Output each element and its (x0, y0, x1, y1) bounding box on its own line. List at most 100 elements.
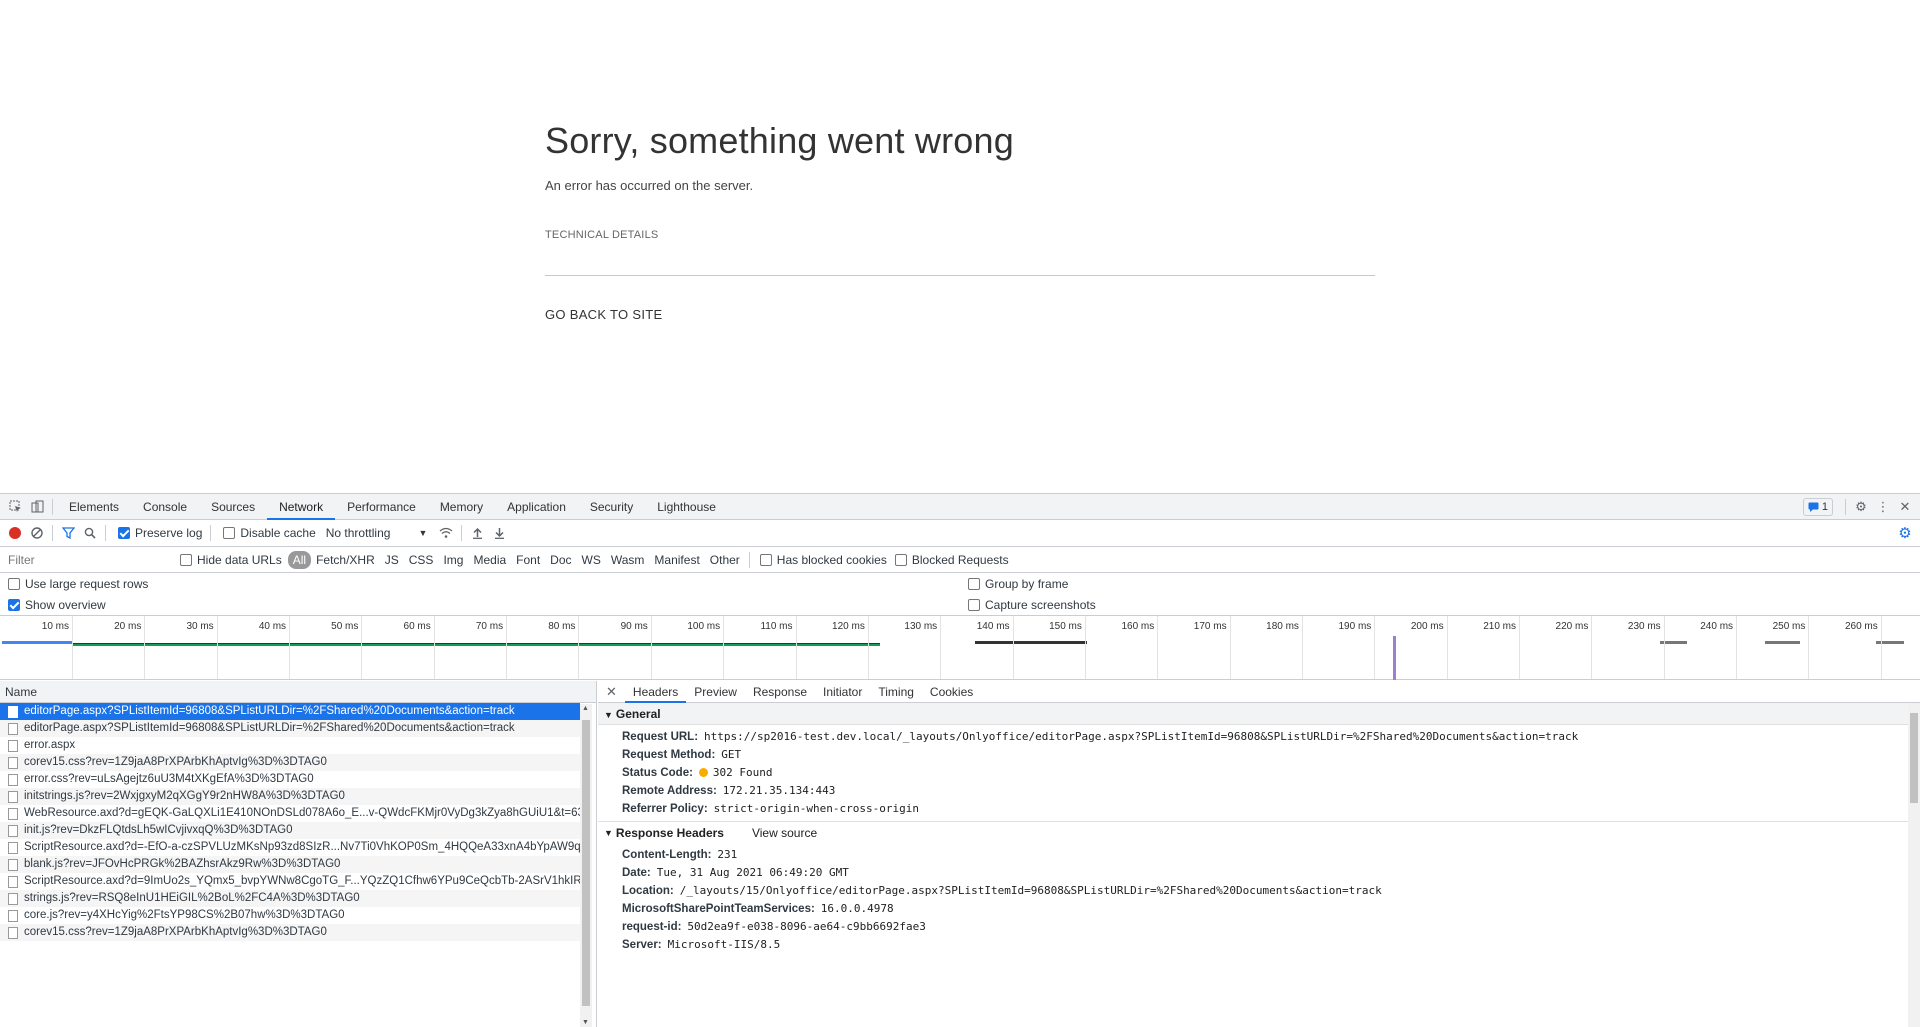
request-row[interactable]: ScriptResource.axd?d=-EfO-a-czSPVLUzMKsN… (0, 839, 580, 856)
tab-network[interactable]: Network (267, 494, 336, 520)
tab-console[interactable]: Console (131, 494, 199, 520)
name-column-header[interactable]: Name (0, 681, 596, 703)
request-list-scrollbar[interactable]: ▲ ▼ (580, 704, 592, 1027)
header-value: 231 (717, 848, 738, 861)
clear-icon[interactable] (26, 522, 48, 544)
view-source-link[interactable]: View source (752, 822, 817, 844)
overview-grid-line (506, 616, 508, 679)
response-headers-section-header[interactable]: ▼ Response Headers View source (598, 821, 1920, 843)
scroll-down-arrow-icon[interactable]: ▼ (582, 1019, 589, 1026)
overview-grid-line (1374, 616, 1376, 679)
close-devtools-icon[interactable]: ✕ (1894, 496, 1916, 518)
overview-bar (2, 641, 72, 644)
details-tab-cookies[interactable]: Cookies (922, 681, 981, 703)
request-row[interactable]: strings.js?rev=RSQ8eInU1HEiGIL%2BoL%2FC4… (0, 890, 580, 907)
request-row[interactable]: error.css?rev=uLsAgejtz6uU3M4tXKgEfA%3D%… (0, 771, 580, 788)
group-by-frame-label: Group by frame (985, 576, 1069, 591)
network-conditions-icon[interactable] (435, 522, 457, 544)
overview-grid-line (289, 616, 291, 679)
filter-type-js[interactable]: JS (380, 551, 404, 569)
request-row[interactable]: init.js?rev=DkzFLQtdsLh5wICvjivxqQ%3D%3D… (0, 822, 580, 839)
throttling-select[interactable]: No throttling ▼ (326, 526, 428, 540)
filter-type-doc[interactable]: Doc (545, 551, 576, 569)
settings-gear-icon[interactable]: ⚙ (1850, 496, 1872, 518)
header-row: Request Method: GET (598, 745, 1920, 763)
more-options-icon[interactable]: ⋮ (1872, 496, 1894, 518)
request-row[interactable]: blank.js?rev=JFOvHcPRGk%2BAZhsrAkz9Rw%3D… (0, 856, 580, 873)
issues-badge[interactable]: 1 (1802, 497, 1833, 516)
details-tab-response[interactable]: Response (745, 681, 815, 703)
show-overview-checkbox[interactable]: Show overview (8, 598, 968, 612)
filter-type-ws[interactable]: WS (577, 551, 606, 569)
request-list: Name editorPage.aspx?SPListItemId=96808&… (0, 681, 597, 1027)
group-by-frame-checkbox[interactable]: Group by frame (968, 577, 1068, 591)
details-scrollbar[interactable] (1908, 703, 1920, 1027)
technical-details-toggle[interactable]: TECHNICAL DETAILS (545, 229, 1375, 241)
large-request-rows-label: Use large request rows (25, 576, 149, 591)
general-section-header[interactable]: ▼ General (598, 703, 1920, 725)
header-key: Referrer Policy: (622, 803, 708, 815)
device-toolbar-icon[interactable] (26, 496, 48, 518)
request-row[interactable]: ScriptResource.axd?d=9ImUo2s_YQmx5_bvpYW… (0, 873, 580, 890)
file-icon (8, 722, 18, 735)
filter-type-other[interactable]: Other (705, 551, 745, 569)
filter-funnel-icon[interactable] (57, 522, 79, 544)
request-row[interactable]: initstrings.js?rev=2WxjgxyM2qXGgY9r2nHW8… (0, 788, 580, 805)
has-blocked-cookies-checkbox[interactable]: Has blocked cookies (759, 553, 887, 567)
tab-lighthouse[interactable]: Lighthouse (645, 494, 728, 520)
file-icon (8, 875, 18, 888)
overview-tick-label: 210 ms (1483, 621, 1516, 632)
hide-data-urls-checkbox[interactable]: Hide data URLs (180, 553, 282, 567)
request-row[interactable]: corev15.css?rev=1Z9jaA8PrXPArbKhAptvIg%3… (0, 924, 580, 941)
details-tab-timing[interactable]: Timing (870, 681, 922, 703)
details-tab-initiator[interactable]: Initiator (815, 681, 870, 703)
import-har-icon[interactable] (466, 522, 488, 544)
header-key: MicrosoftSharePointTeamServices: (622, 903, 815, 915)
request-row[interactable]: corev15.css?rev=1Z9jaA8PrXPArbKhAptvIg%3… (0, 754, 580, 771)
go-back-link[interactable]: GO BACK TO SITE (545, 307, 662, 322)
inspect-element-icon[interactable] (4, 496, 26, 518)
disable-cache-checkbox[interactable]: Disable cache (223, 526, 316, 540)
tab-sources[interactable]: Sources (199, 494, 267, 520)
filter-input[interactable] (6, 550, 166, 569)
details-tab-preview[interactable]: Preview (686, 681, 745, 703)
network-settings-gear-icon[interactable]: ⚙ (1894, 522, 1916, 544)
details-tab-headers[interactable]: Headers (624, 681, 687, 703)
export-har-icon[interactable] (488, 522, 510, 544)
filter-type-media[interactable]: Media (468, 551, 511, 569)
search-icon[interactable] (79, 522, 101, 544)
request-name: corev15.css?rev=1Z9jaA8PrXPArbKhAptvIg%3… (24, 926, 327, 938)
tab-application[interactable]: Application (495, 494, 578, 520)
filter-type-wasm[interactable]: Wasm (606, 551, 650, 569)
request-row[interactable]: core.js?rev=y4XHcYig%2FtsYP98CS%2B07hw%3… (0, 907, 580, 924)
request-row[interactable]: editorPage.aspx?SPListItemId=96808&SPLis… (0, 720, 580, 737)
request-row[interactable]: WebResource.axd?d=gEQK-GaLQXLi1E410NOnDS… (0, 805, 580, 822)
record-button[interactable] (4, 522, 26, 544)
filter-type-manifest[interactable]: Manifest (649, 551, 704, 569)
scroll-up-arrow-icon[interactable]: ▲ (582, 705, 589, 712)
scrollbar-thumb[interactable] (1910, 713, 1918, 803)
header-value: /_layouts/15/Onlyoffice/editorPage.aspx?… (679, 884, 1382, 897)
capture-screenshots-checkbox[interactable]: Capture screenshots (968, 598, 1096, 612)
tab-security[interactable]: Security (578, 494, 645, 520)
preserve-log-checkbox[interactable]: Preserve log (118, 526, 202, 540)
network-overview-timeline[interactable]: 10 ms 20 ms 30 ms 40 ms 50 ms 60 ms 70 ms 80 ms… (0, 616, 1920, 680)
tab-performance[interactable]: Performance (335, 494, 428, 520)
overview-tick-label: 20 ms (114, 621, 142, 632)
request-row[interactable]: editorPage.aspx?SPListItemId=96808&SPLis… (0, 703, 580, 720)
large-request-rows-checkbox[interactable]: Use large request rows (8, 577, 968, 591)
overview-tick-label: 190 ms (1338, 621, 1372, 632)
filter-type-font[interactable]: Font (511, 551, 545, 569)
scrollbar-thumb[interactable] (582, 720, 590, 1006)
request-row[interactable]: error.aspx (0, 737, 580, 754)
filter-type-fetchxhr[interactable]: Fetch/XHR (311, 551, 380, 569)
blocked-requests-checkbox[interactable]: Blocked Requests (894, 553, 1009, 567)
filter-type-all[interactable]: All (287, 550, 312, 569)
tab-elements[interactable]: Elements (57, 494, 131, 520)
filter-type-css[interactable]: CSS (404, 551, 439, 569)
filter-type-img[interactable]: Img (438, 551, 468, 569)
request-name: initstrings.js?rev=2WxjgxyM2qXGgY9r2nHW8… (24, 790, 345, 802)
tab-memory[interactable]: Memory (428, 494, 495, 520)
overview-tick-label: 220 ms (1555, 621, 1589, 632)
close-details-icon[interactable]: ✕ (598, 681, 625, 703)
